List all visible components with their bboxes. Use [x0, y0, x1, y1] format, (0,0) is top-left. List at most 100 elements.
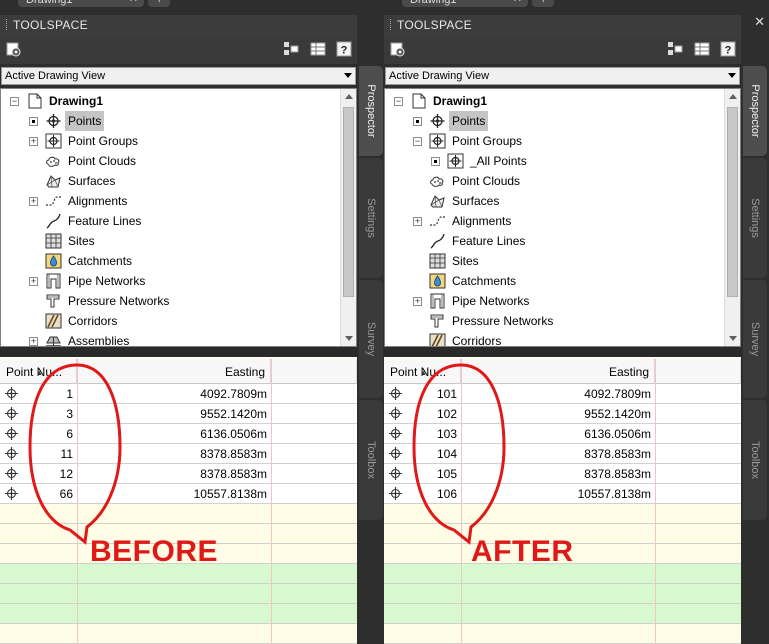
tab-survey[interactable]: Survey [743, 280, 767, 398]
tree-node[interactable]: _All Points [385, 151, 725, 171]
tree-node[interactable]: + Alignments [1, 191, 341, 211]
close-icon[interactable]: ✕ [754, 14, 765, 30]
tree-node[interactable]: Points [1, 111, 341, 131]
tree-node[interactable]: + Point Groups [1, 131, 341, 151]
chevron-down-icon[interactable] [344, 73, 352, 78]
tree-node[interactable]: Catchments [1, 251, 341, 271]
tree-node[interactable]: − Drawing1 [385, 91, 725, 111]
side-tabs: Prospector Settings Survey Toolbox [359, 66, 383, 644]
column-header-empty[interactable] [655, 359, 741, 384]
close-icon[interactable]: ✕ [513, 0, 522, 8]
node-marker-icon[interactable] [29, 117, 38, 126]
expand-icon[interactable]: + [29, 137, 38, 146]
column-header-empty[interactable] [271, 359, 357, 384]
node-marker-icon[interactable] [431, 157, 440, 166]
tree-node[interactable]: Sites [385, 251, 725, 271]
palette-titlebar[interactable]: TOOLSPACE [384, 15, 741, 36]
tree-node[interactable]: − Drawing1 [1, 91, 341, 111]
tree-node-label: Pipe Networks [68, 274, 146, 288]
tree-node[interactable]: + Pipe Networks [1, 271, 341, 291]
tree-node[interactable]: Surfaces [385, 191, 725, 211]
list-view-icon[interactable] [310, 41, 326, 57]
view-dropdown[interactable]: Active Drawing View [1, 67, 356, 85]
tree-node[interactable]: Point Clouds [385, 171, 725, 191]
new-tab-button[interactable]: + [148, 0, 170, 7]
point-icon [4, 426, 19, 441]
tab-label: Prospector [749, 84, 761, 138]
list-view-icon[interactable] [694, 41, 710, 57]
expand-icon[interactable]: + [29, 197, 38, 206]
tree-node[interactable]: Point Clouds [1, 151, 341, 171]
tree-node-label: Pressure Networks [68, 294, 170, 308]
collapse-icon[interactable]: − [413, 137, 422, 146]
help-icon[interactable]: ? [336, 41, 352, 57]
expand-icon[interactable]: + [29, 337, 38, 346]
palette-titlebar[interactable]: TOOLSPACE [0, 15, 357, 36]
scroll-down-icon[interactable] [345, 336, 353, 341]
tree-node[interactable]: Feature Lines [385, 231, 725, 251]
help-icon[interactable]: ? [720, 41, 736, 57]
scroll-up-icon[interactable] [345, 94, 353, 99]
view-dropdown[interactable]: Active Drawing View [385, 67, 740, 85]
tree-node[interactable]: Corridors [385, 331, 725, 346]
toolspace-settings-icon[interactable] [389, 41, 405, 57]
tab-survey[interactable]: Survey [359, 280, 383, 398]
expand-icon[interactable]: + [413, 297, 422, 306]
tab-prospector[interactable]: Prospector [743, 66, 767, 156]
tab-label: Prospector [365, 84, 377, 138]
drawing-icon [26, 93, 43, 109]
item-view-icon[interactable] [667, 41, 683, 57]
tree-node-label: Sites [452, 254, 479, 268]
tree-node-label: Surfaces [452, 194, 500, 208]
grip-icon[interactable] [6, 19, 8, 30]
node-marker-icon[interactable] [413, 117, 422, 126]
tree-node[interactable]: Feature Lines [1, 211, 341, 231]
tree-node[interactable]: Pressure Networks [1, 291, 341, 311]
point-icon [388, 386, 403, 401]
scroll-down-icon[interactable] [729, 336, 737, 341]
collapse-icon[interactable]: − [10, 97, 19, 106]
tree-node[interactable]: + Assemblies [1, 331, 341, 346]
tree-scrollbar[interactable] [340, 89, 356, 346]
prospector-tree: − Drawing1 Points + Point Groups Point Clouds… [0, 88, 357, 347]
toolspace-settings-icon[interactable] [5, 41, 21, 57]
tree-node[interactable]: + Alignments [385, 211, 725, 231]
annotation-label: AFTER [471, 535, 574, 568]
tab-prospector[interactable]: Prospector [359, 66, 383, 156]
tree-node[interactable]: Surfaces [1, 171, 341, 191]
column-header-label: Easting [224, 365, 265, 379]
tree-node-label: Point Clouds [68, 154, 137, 168]
document-tab[interactable]: Drawing1 ✕ [402, 0, 528, 7]
tree-node[interactable]: Points [385, 111, 725, 131]
point-icon [388, 466, 403, 481]
collapse-icon[interactable]: − [394, 97, 403, 106]
tree-node-label: Corridors [68, 314, 118, 328]
tree-node[interactable]: Catchments [385, 271, 725, 291]
close-icon[interactable]: ✕ [129, 0, 138, 8]
tree-node[interactable]: − Point Groups [385, 131, 725, 151]
tree-node-label: Drawing1 [49, 94, 104, 108]
grip-icon[interactable] [390, 19, 392, 30]
document-tab[interactable]: Drawing1 ✕ [18, 0, 144, 7]
expand-icon[interactable]: + [29, 277, 38, 286]
tree-node[interactable]: Corridors [1, 311, 341, 331]
new-tab-button[interactable]: + [532, 0, 554, 7]
scroll-thumb[interactable] [727, 107, 738, 297]
tree-node[interactable]: Sites [1, 231, 341, 251]
tab-toolbox[interactable]: Toolbox [743, 400, 767, 520]
chevron-down-icon[interactable] [728, 73, 736, 78]
tab-toolbox[interactable]: Toolbox [359, 400, 383, 520]
expand-icon[interactable]: + [413, 217, 422, 226]
tree-node[interactable]: + Pipe Networks [385, 291, 725, 311]
pane-splitter[interactable] [384, 347, 741, 357]
tree-node[interactable]: Pressure Networks [385, 311, 725, 331]
scroll-thumb[interactable] [343, 107, 354, 297]
svg-text:?: ? [341, 45, 348, 57]
scroll-up-icon[interactable] [729, 94, 737, 99]
item-view-icon[interactable] [283, 41, 299, 57]
tree-node-label: Sites [68, 234, 95, 248]
tree-scrollbar[interactable] [724, 89, 740, 346]
tab-settings[interactable]: Settings [359, 158, 383, 278]
pane-splitter[interactable] [0, 347, 357, 357]
tab-settings[interactable]: Settings [743, 158, 767, 278]
